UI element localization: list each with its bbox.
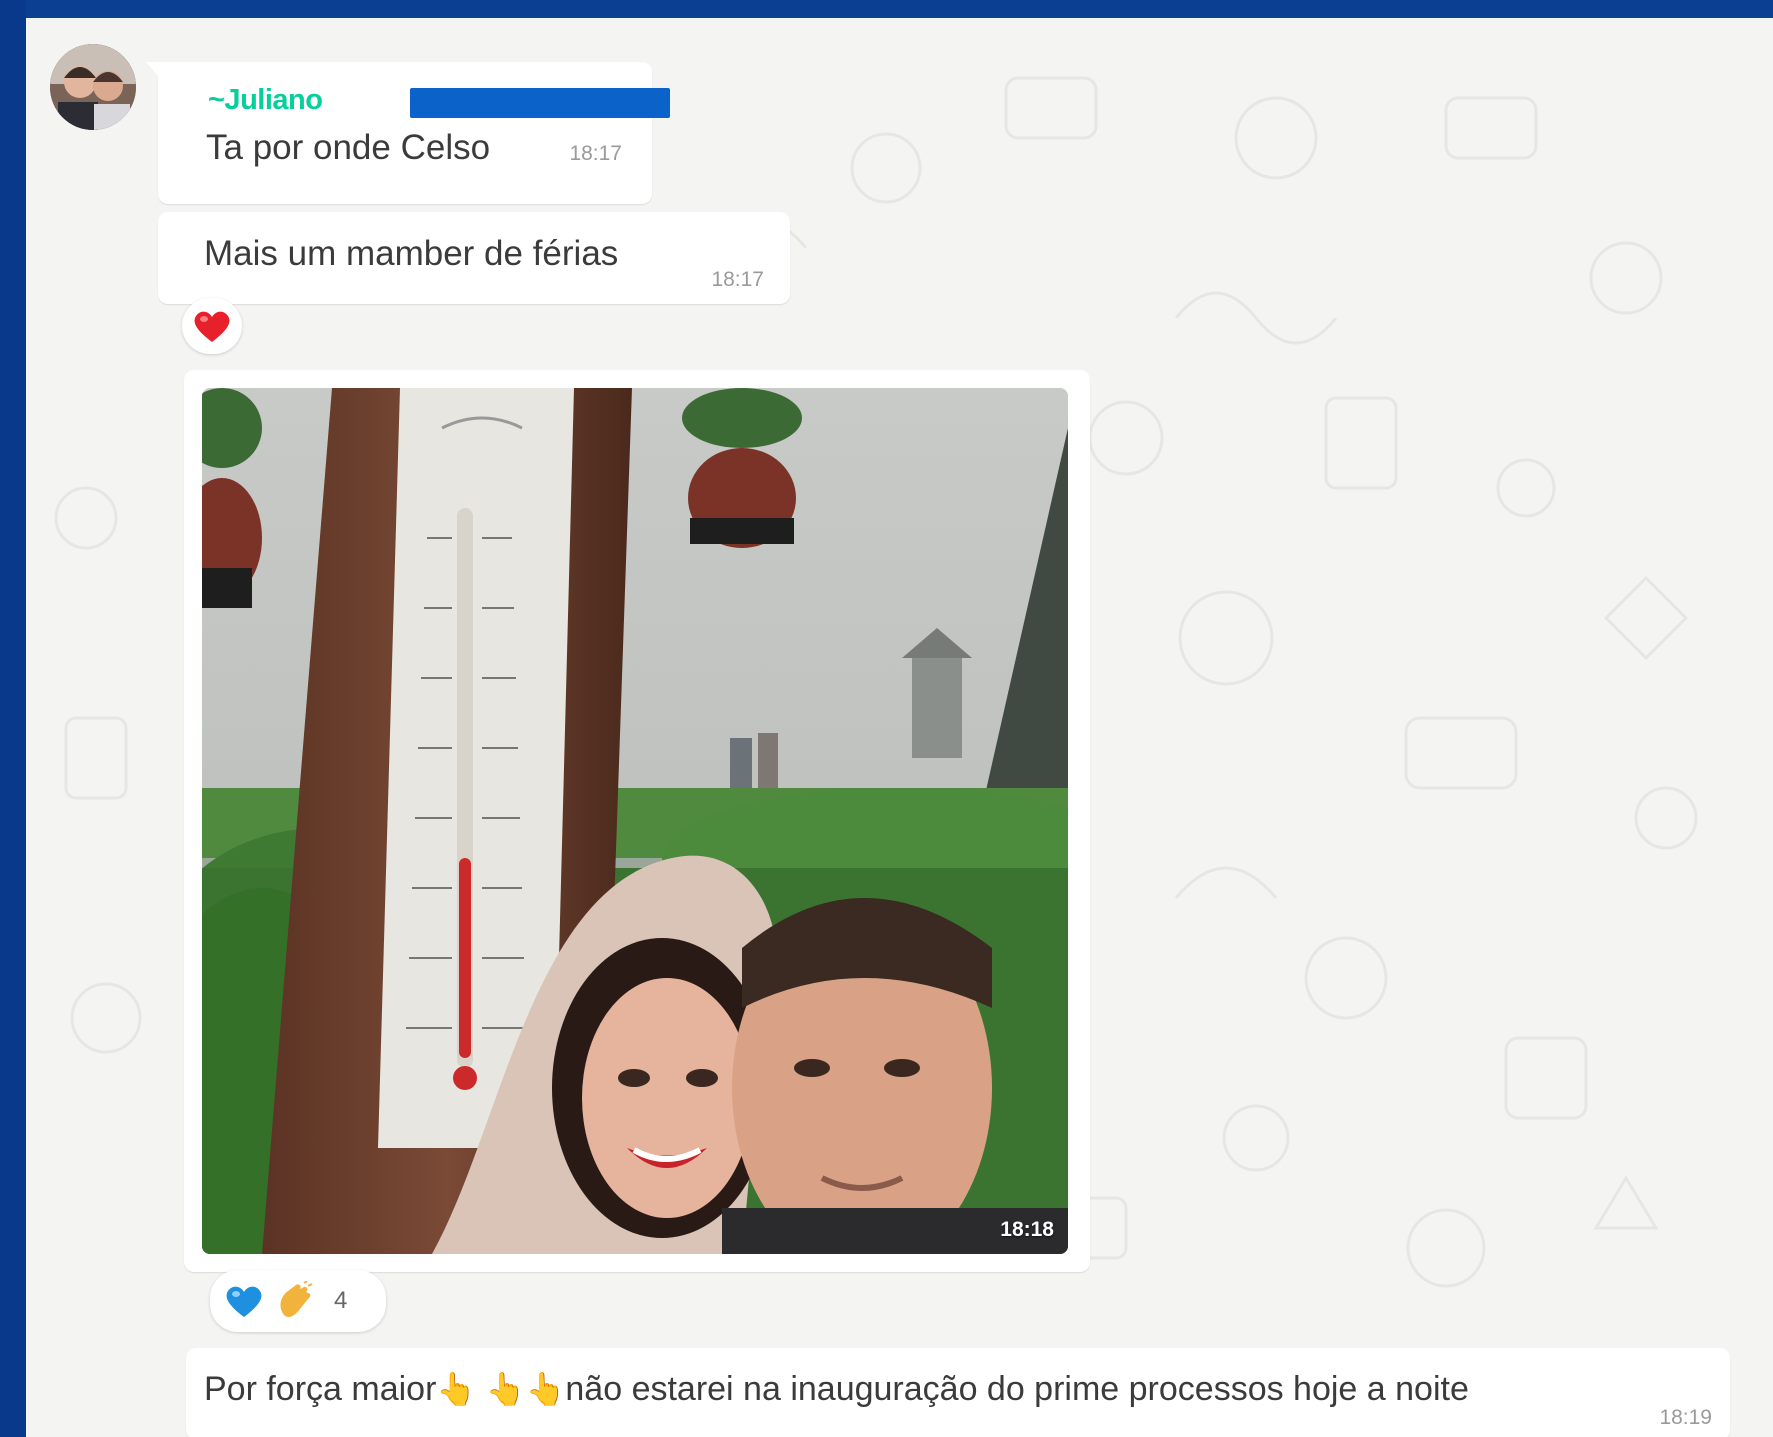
heart-blue-icon xyxy=(226,1286,262,1317)
reaction-count: 4 xyxy=(334,1287,348,1314)
image-time: 18:18 xyxy=(1000,1218,1054,1241)
message-time: 18:17 xyxy=(711,268,764,291)
message-bubble[interactable]: Mais um mamber de férias 18:17 xyxy=(158,212,790,304)
clapping-hands-icon xyxy=(280,1281,313,1317)
message-bubble[interactable]: Por força maior👆 👆👆não estarei na inaugu… xyxy=(186,1348,1730,1437)
image-message-bubble[interactable]: 18:18 xyxy=(184,370,1090,1272)
redacted-phone-number xyxy=(410,88,670,118)
message-reactions[interactable]: 4 xyxy=(210,1270,386,1332)
pointing-up-emoji: 👆 xyxy=(436,1371,477,1407)
pointing-up-emoji: 👆 xyxy=(485,1371,526,1407)
message-text: Por força maior👆 👆👆não estarei na inaugu… xyxy=(204,1370,1469,1408)
message-reaction[interactable] xyxy=(182,298,242,354)
message-text: Mais um mamber de férias xyxy=(204,234,619,273)
bubble-tail xyxy=(146,62,158,76)
message-bubble[interactable]: ~Juliano Ta por onde Celso 18:17 xyxy=(146,62,670,204)
sender-name[interactable]: ~Juliano xyxy=(208,84,323,117)
message-time: 18:17 xyxy=(569,142,622,165)
message-time: 18:19 xyxy=(1659,1406,1712,1429)
shared-photo[interactable]: 18:18 xyxy=(202,388,1068,1254)
window-top-border xyxy=(0,0,1773,18)
window-left-border xyxy=(0,0,26,1437)
chat-area[interactable]: ~Juliano Ta por onde Celso 18:17 Mais um… xyxy=(26,18,1773,1437)
pointing-up-emoji: 👆 xyxy=(525,1371,566,1407)
sender-avatar[interactable] xyxy=(50,44,136,130)
message-text: Ta por onde Celso xyxy=(206,128,491,167)
heart-red-icon xyxy=(194,311,230,342)
